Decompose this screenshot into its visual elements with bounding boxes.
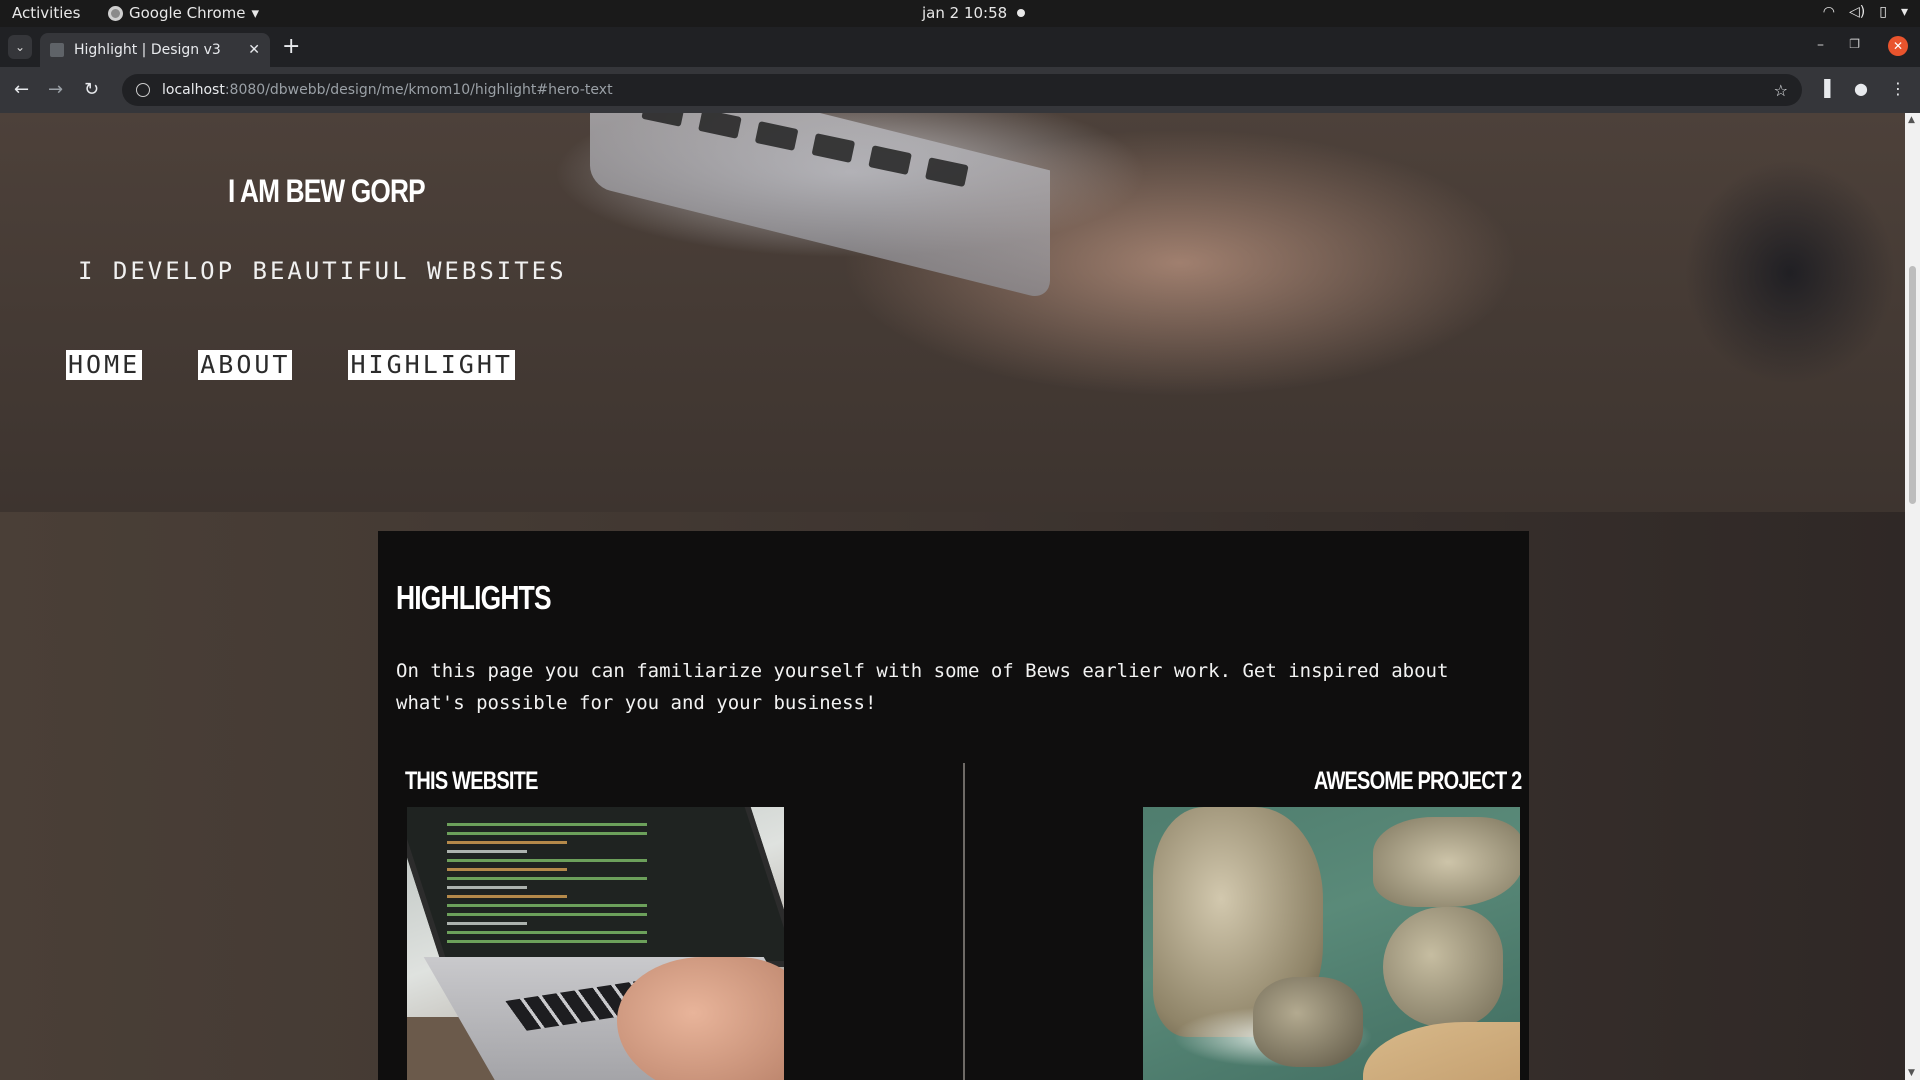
nav-home[interactable]: HOME (66, 350, 143, 380)
profile-icon[interactable]: ● (1854, 79, 1868, 98)
browser-toolbar: ← → ↻ localhost:8080/dbwebb/design/me/km… (0, 67, 1920, 113)
url-host: localhost (162, 82, 225, 98)
project-title-right: AWESOME PROJECT 2 (1313, 767, 1521, 795)
main-nav: HOME ABOUT HIGHLIGHT (66, 350, 515, 380)
activities-button[interactable]: Activities (12, 4, 80, 22)
tab-title: Highlight | Design v3 (74, 42, 221, 58)
tab-strip: ⌄ Highlight | Design v3 ✕ + – ❐ ✕ (0, 27, 1920, 67)
tab-active[interactable]: Highlight | Design v3 ✕ (40, 33, 270, 67)
site-title: I AM BEW GORP (228, 173, 426, 209)
caret-down-icon: ▾ (1900, 4, 1908, 20)
system-tray[interactable]: ◠ ◁) ▯ ▾ (1823, 4, 1908, 20)
favicon-icon (50, 43, 64, 57)
forward-icon[interactable]: → (48, 79, 63, 100)
highlights-heading: HIGHLIGHTS (396, 579, 552, 616)
site-tagline: I DEVELOP BEAUTIFUL WEBSITES (78, 257, 567, 285)
nav-about[interactable]: ABOUT (198, 350, 293, 380)
site-info-icon[interactable] (136, 83, 150, 97)
side-panel-icon[interactable]: ▐ (1818, 79, 1830, 98)
close-window-icon[interactable]: ✕ (1888, 36, 1908, 56)
restore-icon[interactable]: ❐ (1849, 37, 1860, 51)
column-divider (963, 763, 965, 1080)
bookmark-star-icon[interactable]: ☆ (1774, 81, 1788, 100)
tab-close-icon[interactable]: ✕ (248, 42, 260, 58)
highlights-intro: On this page you can familiarize yoursel… (396, 660, 1449, 714)
reload-icon[interactable]: ↻ (84, 79, 99, 100)
hero-section: I AM BEW GORP I DEVELOP BEAUTIFUL WEBSIT… (0, 113, 1905, 512)
app-menu-label: Google Chrome (129, 4, 246, 22)
tab-search-button[interactable]: ⌄ (8, 35, 32, 59)
project-image-coast[interactable] (1143, 807, 1520, 1080)
minimize-icon[interactable]: – (1817, 37, 1824, 53)
url-path: :8080/dbwebb/design/me/kmom10/highlight#… (224, 82, 613, 98)
new-tab-button[interactable]: + (282, 35, 300, 59)
page-scrollbar[interactable]: ▲ ▼ (1905, 113, 1920, 1080)
address-bar[interactable]: localhost:8080/dbwebb/design/me/kmom10/h… (122, 74, 1802, 106)
caret-down-icon: ▾ (251, 4, 260, 22)
project-image-laptop[interactable] (407, 807, 784, 1080)
clock[interactable]: jan 2 10:58 (922, 4, 1026, 22)
back-icon[interactable]: ← (14, 79, 29, 100)
scroll-up-icon[interactable]: ▲ (1908, 115, 1915, 125)
battery-icon: ▯ (1879, 4, 1887, 20)
highlights-card: HIGHLIGHTS On this page you can familiar… (378, 531, 1529, 1080)
notification-dot-icon (1017, 9, 1026, 17)
page-viewport: I AM BEW GORP I DEVELOP BEAUTIFUL WEBSIT… (0, 113, 1905, 1080)
scrollbar-thumb[interactable] (1909, 266, 1916, 504)
volume-icon: ◁) (1849, 4, 1866, 20)
wifi-icon: ◠ (1822, 4, 1836, 20)
menu-kebab-icon[interactable]: ⋮ (1890, 79, 1906, 98)
system-top-bar: Activities Google Chrome ▾ jan 2 10:58 ◠… (0, 0, 1920, 27)
nav-highlight[interactable]: HIGHLIGHT (348, 350, 515, 380)
clock-label: jan 2 10:58 (922, 4, 1008, 22)
project-title-left: THIS WEBSITE (405, 767, 538, 795)
scroll-down-icon[interactable]: ▼ (1908, 1068, 1915, 1078)
chrome-icon (108, 5, 123, 21)
app-menu[interactable]: Google Chrome ▾ (108, 4, 259, 22)
